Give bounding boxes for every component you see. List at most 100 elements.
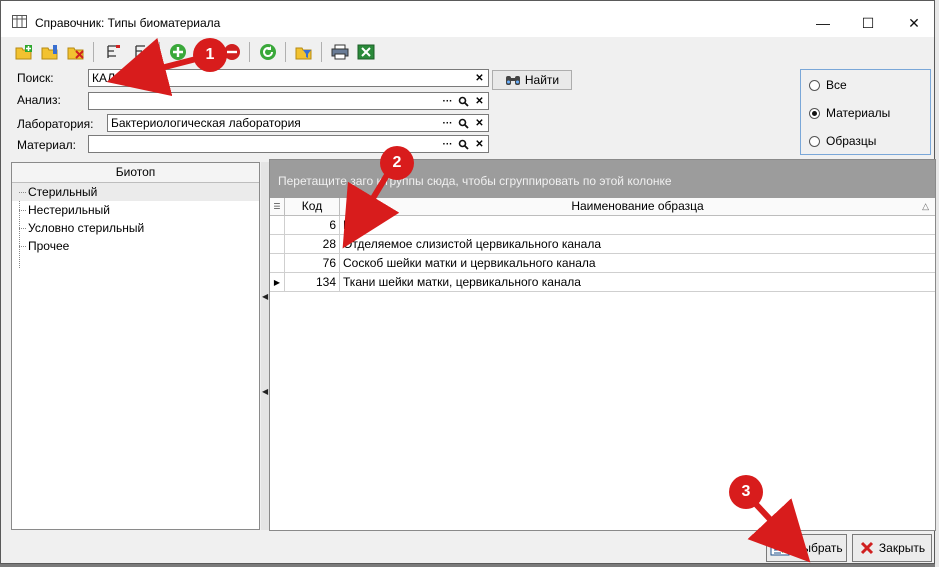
search-icon[interactable] [457,117,470,131]
close-button[interactable]: Закрыть [852,534,932,562]
print-icon [331,44,349,60]
panel-splitter[interactable]: ◀ ◀ [261,162,269,530]
row-indicator [270,216,285,234]
toolbar-separator [159,42,160,62]
sort-asc-icon: △ [922,201,929,211]
cell-code: 134 [285,273,340,291]
annotation-badge-2: 2 [380,146,414,180]
laboratory-field[interactable]: Бактериологическая лаборатория ··· ✕ [107,114,489,132]
find-button[interactable]: Найти [492,70,572,90]
find-button-label: Найти [524,73,560,87]
window-title: Справочник: Типы биоматериала [35,16,221,30]
clear-icon[interactable]: ✕ [473,117,486,131]
annotation-badge-3: 3 [729,475,763,509]
toolbar-separator [93,42,94,62]
search-label: Поиск: [17,71,54,85]
add-folder-button[interactable] [13,41,35,63]
search-input[interactable]: КАЛ ✕ [88,69,489,87]
minimize-button[interactable]: — [803,9,843,37]
table-row[interactable]: 6 Кал [270,216,935,235]
edit-folder-button[interactable] [39,41,61,63]
filter-button[interactable] [103,41,125,63]
toolbar-separator [285,42,286,62]
cell-code: 76 [285,254,340,272]
laboratory-label: Лаборатория: [17,117,94,131]
refresh-button[interactable] [257,41,279,63]
analysis-field[interactable]: ··· ✕ [88,92,489,110]
annotation-badge-1: 1 [193,38,227,72]
cell-code: 6 [285,216,340,234]
search-icon[interactable] [457,138,470,152]
group-by-panel[interactable]: Перетащите заго к группы сюда, чтобы сгр… [270,160,935,198]
radio-materials-dot [809,107,820,119]
folder-filter-button[interactable] [293,41,315,63]
close-window-button[interactable]: ✕ [894,9,934,37]
radio-materials[interactable]: Материалы [809,106,890,120]
biotope-tree: Биотоп Стерильный Нестерильный Условно с… [11,162,260,530]
cell-name: Ткани шейки матки, цервикального канала [343,275,581,289]
tree-item[interactable]: Условно стерильный [12,219,259,237]
clear-search-icon[interactable]: ✕ [473,72,486,86]
filter-icon [107,45,120,58]
column-chooser-icon[interactable]: ☰ [270,198,285,215]
toolbar [9,39,929,65]
radio-all-dot [809,79,820,91]
radio-samples-dot [809,135,820,147]
browse-icon[interactable]: ··· [441,138,454,152]
tree-item[interactable]: Стерильный [12,183,259,201]
row-indicator [270,235,285,253]
close-button-label: Закрыть [878,541,926,555]
excel-icon [357,44,375,60]
delete-folder-button[interactable] [65,41,87,63]
close-icon: ✕ [908,14,920,31]
radio-all-label: Все [826,78,847,92]
analysis-label: Анализ: [17,93,61,107]
table-row[interactable]: 28 Отделяемое слизистой цервикального ка… [270,235,935,254]
grid-header: ☰ Код Наименование образца △ [270,198,935,216]
samples-grid: Перетащите заго к группы сюда, чтобы сгр… [269,159,936,531]
cell-code: 28 [285,235,340,253]
export-excel-button[interactable] [355,41,377,63]
edit-folder-icon [41,45,58,60]
tree-item[interactable]: Нестерильный [12,201,259,219]
cell-name: Соскоб шейки матки и цервикального канал… [343,256,596,270]
select-button[interactable]: Выбрать [766,534,847,562]
collapse-left-icon[interactable]: ◀ [262,387,268,396]
tree-item[interactable]: Прочее [12,237,259,255]
clear-filter-icon [135,45,149,60]
column-header-code[interactable]: Код [285,198,340,215]
laboratory-value: Бактериологическая лаборатория [111,116,301,130]
toolbar-separator [249,42,250,62]
material-field[interactable]: ··· ✕ [88,135,489,153]
close-icon [860,541,873,555]
type-radio-group: Все Материалы Образцы [800,69,931,155]
select-icon [770,540,790,556]
browse-icon[interactable]: ··· [441,117,454,131]
clear-icon[interactable]: ✕ [473,95,486,109]
select-button-label: Выбрать [794,541,843,555]
add-button[interactable] [167,41,189,63]
toolbar-separator [321,42,322,62]
search-icon[interactable] [457,95,470,109]
table-icon [12,15,27,28]
minimize-icon: — [816,15,830,31]
biotope-header[interactable]: Биотоп [12,163,259,183]
material-label: Материал: [17,138,76,152]
search-value: КАЛ [92,71,116,85]
clear-filter-button[interactable] [131,41,153,63]
table-row[interactable]: ▶ 134 Ткани шейки матки, цервикального к… [270,273,935,292]
cell-name: Кал [343,218,364,232]
radio-samples[interactable]: Образцы [809,134,876,148]
clear-icon[interactable]: ✕ [473,138,486,152]
binoculars-icon [505,76,520,85]
current-row-icon: ▶ [270,273,285,291]
table-row[interactable]: 76 Соскоб шейки матки и цервикального ка… [270,254,935,273]
maximize-button[interactable]: ☐ [848,9,888,37]
browse-icon[interactable]: ··· [441,95,454,109]
print-button[interactable] [329,41,351,63]
column-header-name[interactable]: Наименование образца △ [340,198,935,215]
collapse-left-icon[interactable]: ◀ [262,292,268,301]
radio-all[interactable]: Все [809,78,847,92]
column-header-name-label: Наименование образца [571,199,704,213]
cell-name: Отделяемое слизистой цервикального канал… [343,237,601,251]
